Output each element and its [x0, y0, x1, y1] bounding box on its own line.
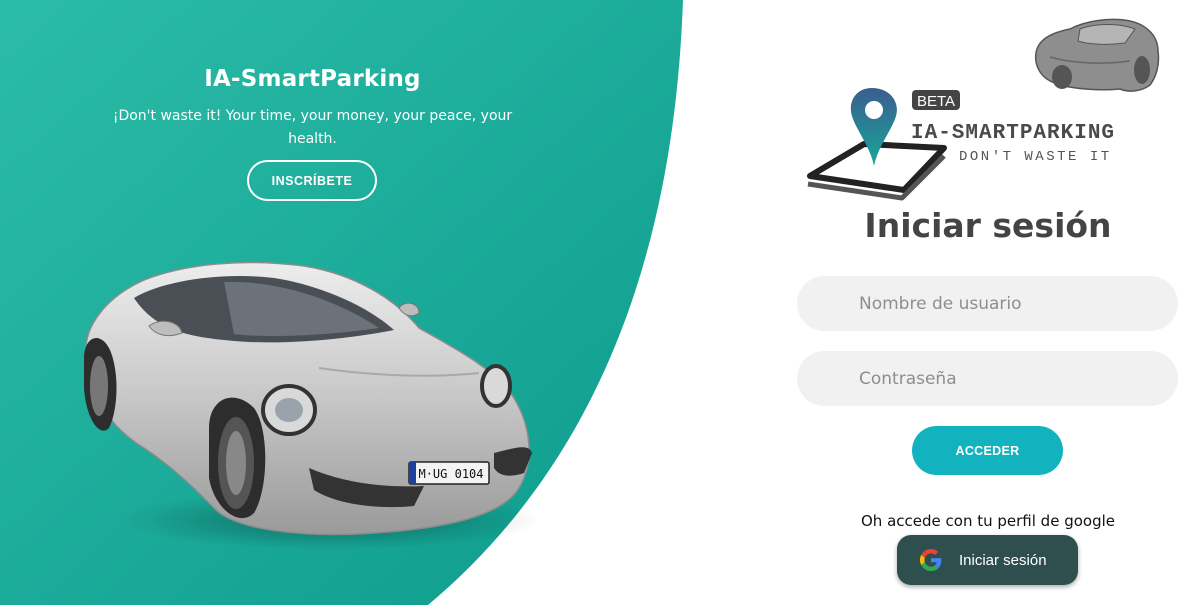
logo-name: IA-SMARTPARKING — [911, 122, 1115, 145]
google-signin-button[interactable]: Iniciar sesión — [897, 535, 1078, 585]
password-input[interactable] — [797, 351, 1178, 406]
login-page: IA-SmartParking ¡Don't waste it! Your ti… — [0, 0, 1191, 605]
beta-badge: BETA — [917, 93, 955, 110]
google-icon — [920, 549, 942, 571]
hero-title: IA-SmartParking — [204, 66, 421, 92]
license-plate-text: M·UG 0104 — [418, 467, 483, 481]
google-prompt-text: Oh accede con tu perfil de google — [861, 512, 1115, 530]
login-title: Iniciar sesión — [864, 206, 1112, 245]
sports-car-image: M·UG 0104 — [84, 261, 539, 550]
signup-button[interactable]: INSCRÍBETE — [247, 160, 377, 201]
logo-tagline: DON'T WASTE IT — [959, 149, 1112, 165]
brand-logo: BETA IA-SMARTPARKING DON'T WASTE IT — [807, 88, 1115, 201]
google-signin-label: Iniciar sesión — [959, 551, 1047, 569]
username-input[interactable] — [797, 276, 1178, 331]
hero-subtitle: ¡Don't waste it! Your time, your money, … — [112, 108, 513, 147]
login-submit-button[interactable]: ACCEDER — [912, 426, 1063, 475]
